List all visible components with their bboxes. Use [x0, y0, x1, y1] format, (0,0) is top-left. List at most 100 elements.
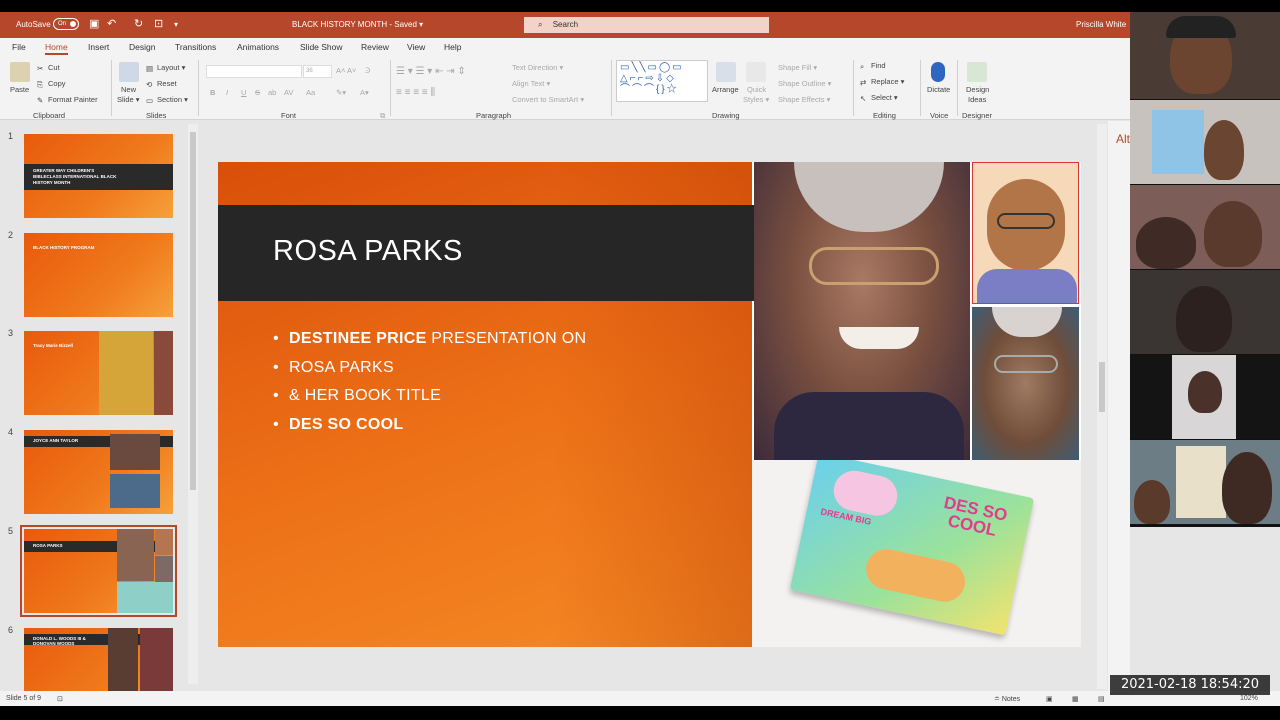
italic-button[interactable]: I — [226, 88, 228, 97]
tab-help[interactable]: Help — [444, 42, 461, 52]
quick-styles-dropdown[interactable]: Styles ▾ — [743, 95, 769, 104]
bullet-list[interactable]: DESTINEE PRICE PRESENTATION ON ROSA PARK… — [273, 330, 693, 444]
photo-detail — [839, 327, 919, 349]
convert-smartart-button[interactable]: Convert to SmartArt ▾ — [512, 95, 584, 104]
current-slide[interactable]: ROSA PARKS DESTINEE PRICE PRESENTATION O… — [218, 162, 1081, 647]
new-slide-dropdown[interactable]: Slide ▾ — [117, 95, 140, 104]
cut-button[interactable]: ✂ Cut — [37, 63, 60, 73]
align-icon[interactable]: ≡ ≡ ≡ ≡ ⫼ — [396, 87, 435, 98]
align-text-button[interactable]: Align Text ▾ — [512, 79, 550, 88]
normal-view-icon[interactable]: ▣ — [1046, 695, 1053, 703]
accessibility-icon[interactable]: ⊡ — [57, 695, 63, 703]
design-ideas-icon[interactable] — [967, 62, 987, 82]
tab-view[interactable]: View — [407, 42, 425, 52]
design-ideas-button-line2[interactable]: Ideas — [968, 95, 986, 104]
zoom-level[interactable]: 102% — [1240, 695, 1258, 702]
tab-animations[interactable]: Animations — [237, 42, 279, 52]
rosa-parks-elder-photo[interactable] — [972, 307, 1079, 461]
font-dialog-launcher-icon[interactable]: ⧉ — [380, 111, 385, 121]
replace-button[interactable]: ⇄ Replace ▾ — [860, 77, 904, 87]
thumbnail-number: 6 — [8, 625, 14, 635]
format-painter-button[interactable]: ✎ Format Painter — [37, 95, 98, 105]
new-slide-button[interactable]: New — [121, 85, 136, 94]
paste-icon[interactable] — [10, 62, 30, 82]
tab-home[interactable]: Home — [45, 42, 68, 55]
shapes-gallery[interactable]: ▭╲╲▭◯▭ △⌐⌐⇨⇩◇ ⌒⌒⌒{}☆ — [616, 60, 708, 102]
character-spacing-button[interactable]: AV — [284, 88, 293, 97]
video-tile[interactable] — [1130, 12, 1280, 99]
font-name-box[interactable] — [206, 65, 302, 78]
video-tile[interactable] — [1130, 440, 1280, 524]
autosave-toggle[interactable]: On — [53, 18, 79, 30]
slide-thumbnail-2[interactable]: BLACK HISTORY PROGRAM — [24, 233, 173, 317]
dictate-button[interactable]: Dictate — [927, 85, 950, 94]
document-title[interactable]: BLACK HISTORY MONTH - Saved ▾ — [292, 20, 423, 29]
rosa-parks-portrait-photo[interactable] — [754, 162, 970, 462]
rosa-parks-cartoon-image[interactable] — [972, 162, 1079, 304]
scrollbar-thumb[interactable] — [190, 132, 196, 490]
arrange-button[interactable]: Arrange — [712, 85, 739, 94]
presenter-icon[interactable]: ⊡ — [154, 17, 163, 30]
user-name[interactable]: Priscilla White — [1076, 20, 1126, 29]
underline-button[interactable]: U — [241, 88, 246, 97]
design-ideas-button[interactable]: Design — [966, 85, 989, 94]
ribbon-tabs: File Home Insert Design Transitions Anim… — [0, 38, 1130, 56]
bullets-icon[interactable]: ☰ ▾ ☰ ▾ ⇤ ⇥ ⇕ — [396, 66, 466, 77]
bold-button[interactable]: B — [210, 88, 215, 97]
slide-sorter-icon[interactable]: ▦ — [1072, 695, 1079, 703]
change-case-button[interactable]: Aa — [306, 88, 315, 97]
search-box[interactable]: ⌕ Search — [524, 17, 769, 33]
slide-thumbnail-1[interactable]: GREATER WAY CHILDREN'S BIBLECLASS INTERN… — [24, 134, 173, 218]
tab-transitions[interactable]: Transitions — [175, 42, 216, 52]
quick-styles-button[interactable]: Quick — [747, 85, 766, 94]
reset-button[interactable]: ⟲ Reset — [146, 79, 177, 89]
redo-icon[interactable]: ↻ — [134, 17, 143, 30]
video-tile[interactable] — [1130, 100, 1280, 184]
select-button[interactable]: ↖ Select ▾ — [860, 93, 898, 103]
section-button[interactable]: ▭ Section ▾ — [146, 95, 188, 105]
clear-format-icon[interactable]: Ꜿ — [365, 66, 370, 75]
save-icon[interactable]: ▣ — [89, 17, 99, 30]
tab-insert[interactable]: Insert — [88, 42, 109, 52]
customize-toolbar-icon[interactable]: ▾ — [174, 20, 178, 29]
video-call-panel — [1130, 12, 1280, 527]
text-direction-button[interactable]: Text Direction ▾ — [512, 63, 563, 72]
brush-icon: ✎ — [37, 96, 44, 105]
notes-button[interactable]: ≐ Notes — [994, 695, 1020, 703]
editor-scrollbar[interactable] — [1097, 124, 1107, 689]
highlight-color-icon[interactable]: ✎▾ — [336, 88, 346, 97]
arrange-icon[interactable] — [716, 62, 736, 82]
slide-thumbnail-5[interactable]: ROSA PARKS — [20, 525, 177, 617]
quick-styles-icon[interactable] — [746, 62, 766, 82]
layout-button[interactable]: ▤ Layout ▾ — [146, 63, 185, 73]
tab-review[interactable]: Review — [361, 42, 389, 52]
reading-view-icon[interactable]: ▤ — [1098, 695, 1105, 703]
slide-thumbnail-4[interactable]: JOYCE ANN TAYLOR — [24, 430, 173, 514]
font-color-icon[interactable]: A▾ — [360, 88, 369, 97]
microphone-icon[interactable] — [931, 62, 945, 82]
slide-title[interactable]: ROSA PARKS — [273, 235, 463, 268]
slide-thumbnail-3[interactable]: Tracy Marie Bizzell — [24, 331, 173, 415]
copy-button[interactable]: ⎘ Copy — [37, 79, 66, 89]
slide-thumbnail-6[interactable]: DONALD L. WOODS III & DONOVAN WOODS — [24, 628, 173, 691]
tab-design[interactable]: Design — [129, 42, 155, 52]
text-shadow-button[interactable]: ab — [268, 88, 276, 97]
tab-slide-show[interactable]: Slide Show — [300, 42, 343, 52]
shape-fill-button[interactable]: Shape Fill ▾ — [778, 63, 817, 72]
tab-file[interactable]: File — [12, 42, 26, 52]
shape-outline-button[interactable]: Shape Outline ▾ — [778, 79, 831, 88]
video-tile[interactable] — [1130, 355, 1280, 439]
find-button[interactable]: ⌕ Find — [860, 61, 886, 71]
book-cover-image[interactable]: DES SO COOL DREAM BIG — [752, 460, 1081, 647]
video-tile[interactable] — [1130, 185, 1280, 269]
paste-button[interactable]: Paste — [10, 85, 29, 94]
grow-font-icon[interactable]: A˄ A˅ — [336, 66, 356, 75]
scrollbar-thumb[interactable] — [1099, 362, 1105, 412]
thumbnail-scrollbar[interactable] — [188, 124, 198, 684]
strikethrough-button[interactable]: S — [255, 88, 260, 97]
video-tile[interactable] — [1130, 270, 1280, 354]
font-size-box[interactable]: 36 — [303, 65, 332, 78]
new-slide-icon[interactable] — [119, 62, 139, 82]
undo-icon[interactable]: ↶ — [107, 17, 116, 30]
shape-effects-button[interactable]: Shape Effects ▾ — [778, 95, 830, 104]
